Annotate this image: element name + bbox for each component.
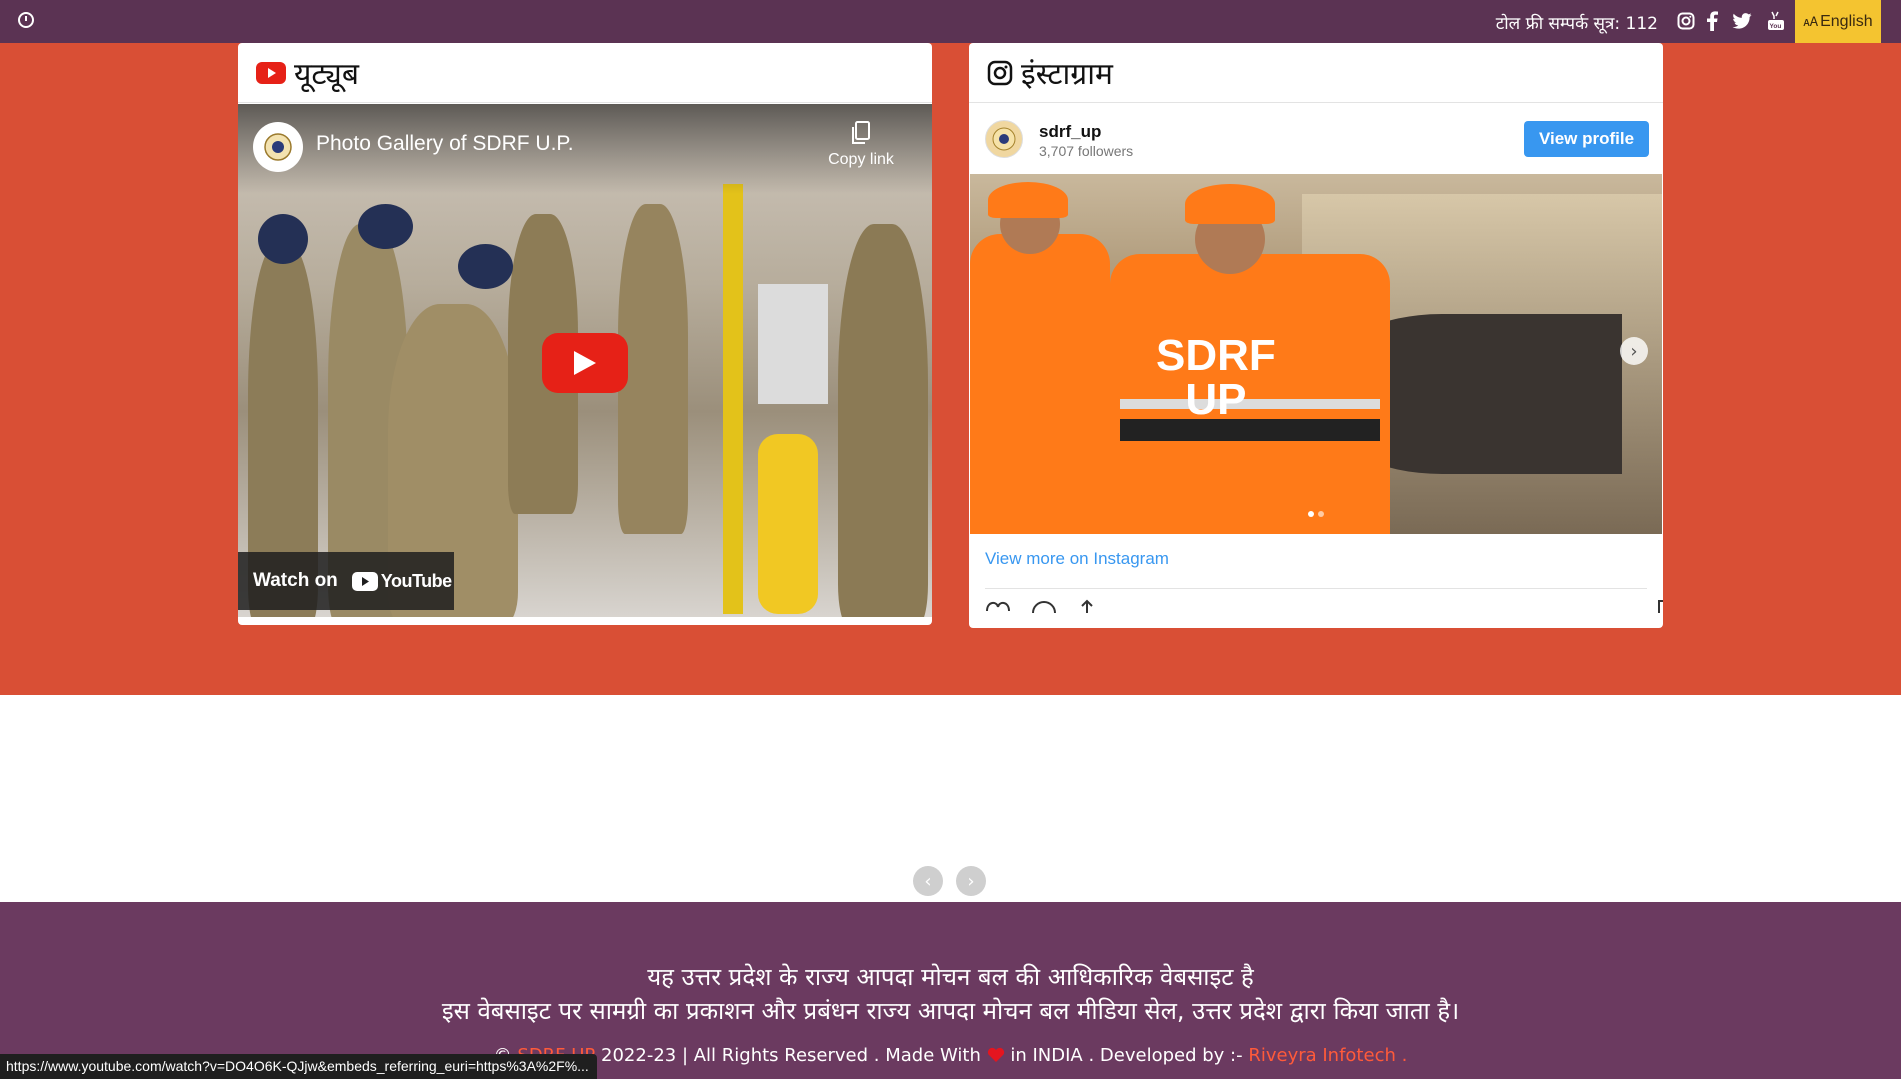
video-title[interactable]: Photo Gallery of SDRF U.P. [316, 132, 574, 156]
profile-avatar[interactable] [985, 120, 1023, 158]
youtube-video-embed[interactable]: Photo Gallery of SDRF U.P. Copy link Wat… [238, 104, 932, 617]
post-actions [985, 599, 1663, 613]
facebook-icon[interactable] [1699, 8, 1725, 34]
instagram-card-title: इंस्टाग्राम [1021, 57, 1113, 92]
view-profile-button[interactable]: View profile [1524, 121, 1649, 157]
language-label: English [1820, 12, 1873, 30]
youtube-card: यूट्यूब Photo Gallery of SDRF U.P. Copy … [238, 43, 932, 625]
chevron-left-icon: ‹ [924, 870, 932, 892]
translate-icon: 🗚 [1803, 13, 1819, 29]
watch-on-label: Watch on [253, 570, 338, 591]
channel-logo[interactable] [253, 122, 303, 172]
view-more-instagram-link[interactable]: View more on Instagram [985, 549, 1169, 569]
instagram-icon[interactable] [1673, 8, 1699, 34]
language-button[interactable]: 🗚 English [1795, 0, 1881, 43]
watch-on-youtube-button[interactable]: Watch on YouTube [238, 552, 454, 610]
carousel-next-icon[interactable]: › [1620, 337, 1648, 365]
footer-official-text: यह उत्तर प्रदेश के राज्य आपदा मोचन बल की… [647, 963, 1254, 991]
instagram-card: इंस्टाग्राम sdrf_up 3,707 followers View… [969, 43, 1663, 628]
profile-username[interactable]: sdrf_up [1039, 122, 1101, 142]
copy-icon [852, 121, 870, 144]
bookmark-icon[interactable] [1657, 599, 1663, 613]
instagram-post-image[interactable]: SDRF UP › [970, 174, 1662, 534]
footer-publication-text: इस वेबसाइट पर सामग्री का प्रकाशन और प्रब… [441, 997, 1460, 1025]
play-button[interactable] [542, 333, 628, 393]
social-feed-section: यूट्यूब Photo Gallery of SDRF U.P. Copy … [0, 43, 1901, 695]
heart-icon [987, 1047, 1004, 1062]
post-image-text: SDRF UP [1156, 331, 1276, 424]
instagram-profile-header: sdrf_up 3,707 followers View profile [969, 104, 1663, 174]
instagram-icon [987, 60, 1013, 85]
share-icon[interactable] [1077, 599, 1097, 613]
toll-free-text: टोल फ्री सम्पर्क सूत्र: 112 [1495, 14, 1658, 34]
youtube-logo-icon [256, 61, 286, 84]
youtube-brand: YouTube [351, 571, 452, 592]
comment-icon[interactable] [1031, 599, 1057, 613]
chevron-right-icon: › [967, 870, 975, 892]
youtube-card-header: यूट्यूब [238, 43, 932, 103]
youtube-icon [351, 571, 378, 591]
copy-link-button[interactable]: Copy link [824, 120, 898, 169]
footer: यह उत्तर प्रदेश के राज्य आपदा मोचन बल की… [0, 902, 1901, 1079]
developer-link[interactable]: Riveyra Infotech . [1248, 1045, 1407, 1066]
clock-icon [18, 12, 34, 28]
carousel-next-button[interactable]: › [956, 866, 986, 896]
instagram-card-header: इंस्टाग्राम [969, 43, 1663, 103]
play-icon [574, 351, 596, 375]
svg-text:You: You [1770, 23, 1782, 30]
copy-link-label: Copy link [828, 151, 894, 168]
status-bar-url: https://www.youtube.com/watch?v=DO4O6K-Q… [0, 1054, 597, 1079]
top-bar: टोल फ्री सम्पर्क सूत्र: 112 You 🗚 Englis… [0, 0, 1901, 43]
youtube-card-title: यूट्यूब [294, 57, 359, 92]
youtube-icon[interactable]: You [1763, 8, 1789, 34]
twitter-icon[interactable] [1729, 8, 1755, 34]
carousel-dots [1308, 511, 1324, 517]
like-icon[interactable] [985, 599, 1011, 613]
carousel-prev-button[interactable]: ‹ [913, 866, 943, 896]
profile-followers: 3,707 followers [1039, 143, 1134, 159]
